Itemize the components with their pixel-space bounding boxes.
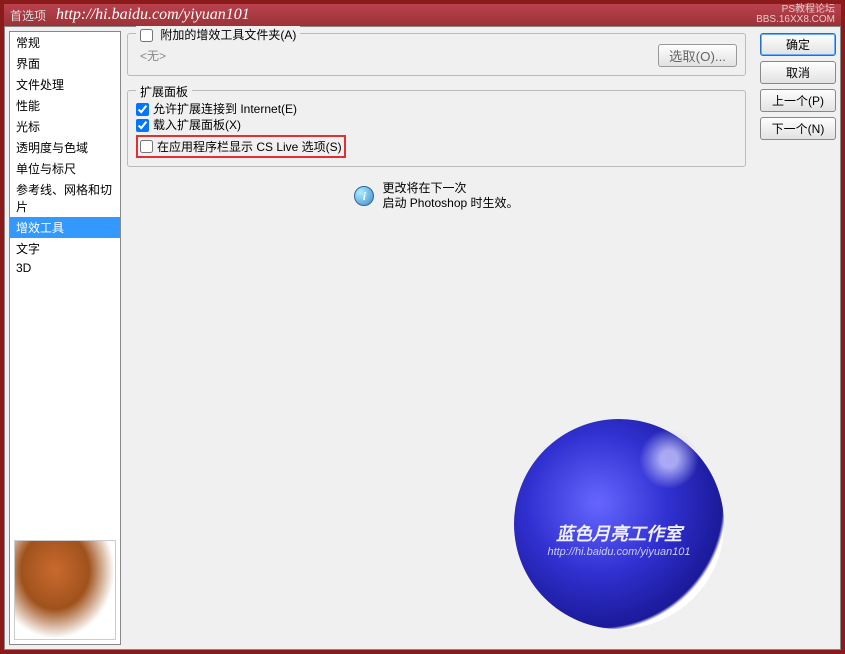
- dialog-buttons: 确定 取消 上一个(P) 下一个(N): [754, 27, 840, 649]
- titlebar-url: http://hi.baidu.com/yiyuan101: [56, 6, 756, 24]
- prev-button[interactable]: 上一个(P): [760, 89, 836, 112]
- choose-folder-button[interactable]: 选取(O)...: [658, 44, 737, 67]
- load-panels-row: 载入扩展面板(X): [136, 117, 737, 133]
- allow-internet-label: 允许扩展连接到 Internet(E): [153, 101, 297, 117]
- cancel-button[interactable]: 取消: [760, 61, 836, 84]
- cs-live-checkbox[interactable]: [140, 140, 153, 153]
- additional-plugins-checkbox[interactable]: [140, 29, 153, 42]
- group-extension-legend: 扩展面板: [136, 83, 192, 100]
- sidebar-item-cursors[interactable]: 光标: [10, 116, 120, 137]
- sidebar-item-interface[interactable]: 界面: [10, 53, 120, 74]
- info-text: 更改将在下一次 启动 Photoshop 时生效。: [382, 181, 518, 211]
- watermark-logo: 蓝色月亮工作室 http://hi.baidu.com/yiyuan101: [514, 419, 724, 629]
- additional-plugins-path-row: <无> 选取(O)...: [136, 44, 737, 67]
- sidebar-list: 常规 界面 文件处理 性能 光标 透明度与色域 单位与标尺 参考线、网格和切片 …: [10, 32, 120, 536]
- sidebar-item-units[interactable]: 单位与标尺: [10, 158, 120, 179]
- group-additional-plugins-legend: 附加的增效工具文件夹(A): [136, 26, 300, 43]
- sidebar-item-transparency[interactable]: 透明度与色域: [10, 137, 120, 158]
- titlebar-watermark-line2: BBS.16XX8.COM: [756, 14, 835, 25]
- sidebar-item-performance[interactable]: 性能: [10, 95, 120, 116]
- load-panels-label: 载入扩展面板(X): [153, 117, 241, 133]
- window-title: 首选项: [10, 7, 46, 24]
- info-icon: i: [354, 186, 374, 206]
- window-frame: 首选项 http://hi.baidu.com/yiyuan101 PS教程论坛…: [0, 0, 845, 654]
- sidebar-item-file-handling[interactable]: 文件处理: [10, 74, 120, 95]
- allow-internet-row: 允许扩展连接到 Internet(E): [136, 101, 737, 117]
- cs-live-row-highlighted: 在应用程序栏显示 CS Live 选项(S): [136, 135, 346, 158]
- sidebar-item-plugins[interactable]: 增效工具: [10, 217, 120, 238]
- main-panel: 附加的增效工具文件夹(A) <无> 选取(O)... 扩展面板 允许扩展连接到 …: [125, 27, 754, 649]
- next-button[interactable]: 下一个(N): [760, 117, 836, 140]
- flower-icon: [639, 429, 699, 489]
- allow-internet-checkbox[interactable]: [136, 103, 149, 116]
- titlebar: 首选项 http://hi.baidu.com/yiyuan101 PS教程论坛…: [4, 4, 841, 26]
- sidebar-item-guides[interactable]: 参考线、网格和切片: [10, 179, 120, 217]
- additional-plugins-label: 附加的增效工具文件夹(A): [160, 28, 296, 42]
- cs-live-label: 在应用程序栏显示 CS Live 选项(S): [157, 138, 342, 155]
- watermark-title: 蓝色月亮工作室: [556, 520, 682, 546]
- info-text-line1: 更改将在下一次: [382, 181, 466, 195]
- group-extension-panels: 扩展面板 允许扩展连接到 Internet(E) 载入扩展面板(X) 在应用程序…: [127, 90, 746, 167]
- ok-button[interactable]: 确定: [760, 33, 836, 56]
- load-panels-checkbox[interactable]: [136, 119, 149, 132]
- info-message: i 更改将在下一次 启动 Photoshop 时生效。: [127, 181, 746, 211]
- dialog-body: 常规 界面 文件处理 性能 光标 透明度与色域 单位与标尺 参考线、网格和切片 …: [4, 26, 841, 650]
- sidebar-item-general[interactable]: 常规: [10, 32, 120, 53]
- sidebar-stamp-image: [14, 540, 116, 640]
- sidebar-item-3d[interactable]: 3D: [10, 259, 120, 277]
- group-additional-plugins: 附加的增效工具文件夹(A) <无> 选取(O)...: [127, 33, 746, 76]
- info-text-line2: 启动 Photoshop 时生效。: [382, 196, 518, 210]
- sidebar: 常规 界面 文件处理 性能 光标 透明度与色域 单位与标尺 参考线、网格和切片 …: [9, 31, 121, 645]
- sidebar-item-type[interactable]: 文字: [10, 238, 120, 259]
- watermark-url: http://hi.baidu.com/yiyuan101: [547, 546, 690, 558]
- additional-plugins-path: <无>: [136, 46, 652, 65]
- titlebar-watermark: PS教程论坛 BBS.16XX8.COM: [756, 5, 835, 25]
